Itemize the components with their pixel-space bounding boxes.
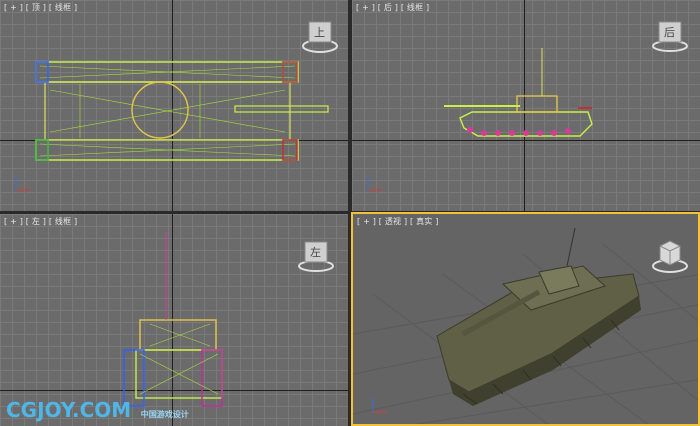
viewport-front[interactable]: [ + ] [ 后 ] [ 线框 ] 后 (352, 0, 700, 211)
viewcube-perspective[interactable] (652, 236, 688, 273)
tank-wireframe-front (123, 232, 223, 407)
viewport-top[interactable]: [ + ] [ 顶 ] [ 线框 ] 上 (0, 0, 348, 211)
watermark-logo: CGJOY.COM 中国游戏设计 (6, 398, 189, 422)
tank-wireframe-side (367, 48, 593, 191)
viewport-left[interactable]: [ + ] [ 左 ] [ 线框 ] 左 CGJOY.COM 中国游戏设计 (0, 214, 348, 426)
viewcube-face-label: 上 (314, 26, 325, 39)
viewport-perspective[interactable]: [ + ] [ 透视 ] [ 真实 ] (351, 212, 700, 426)
max-viewport-layout: [ + ] [ 顶 ] [ 线框 ] 上 [+] [后] [线框] … (0, 0, 700, 426)
watermark-subtext: 中国游戏设计 (140, 410, 189, 419)
tank-wireframe-top (15, 61, 329, 191)
tank-model-3d (372, 227, 641, 413)
watermark-text: CGJOY.COM (6, 398, 132, 422)
viewcube-left[interactable]: 左 (298, 236, 334, 272)
viewcube-face-label: 后 (664, 26, 675, 39)
viewcube-front[interactable]: 后 (652, 16, 688, 52)
viewcube-face-label: 左 (310, 246, 321, 259)
viewcube-icon (652, 240, 688, 273)
viewcube-top[interactable]: 上 (302, 16, 338, 53)
